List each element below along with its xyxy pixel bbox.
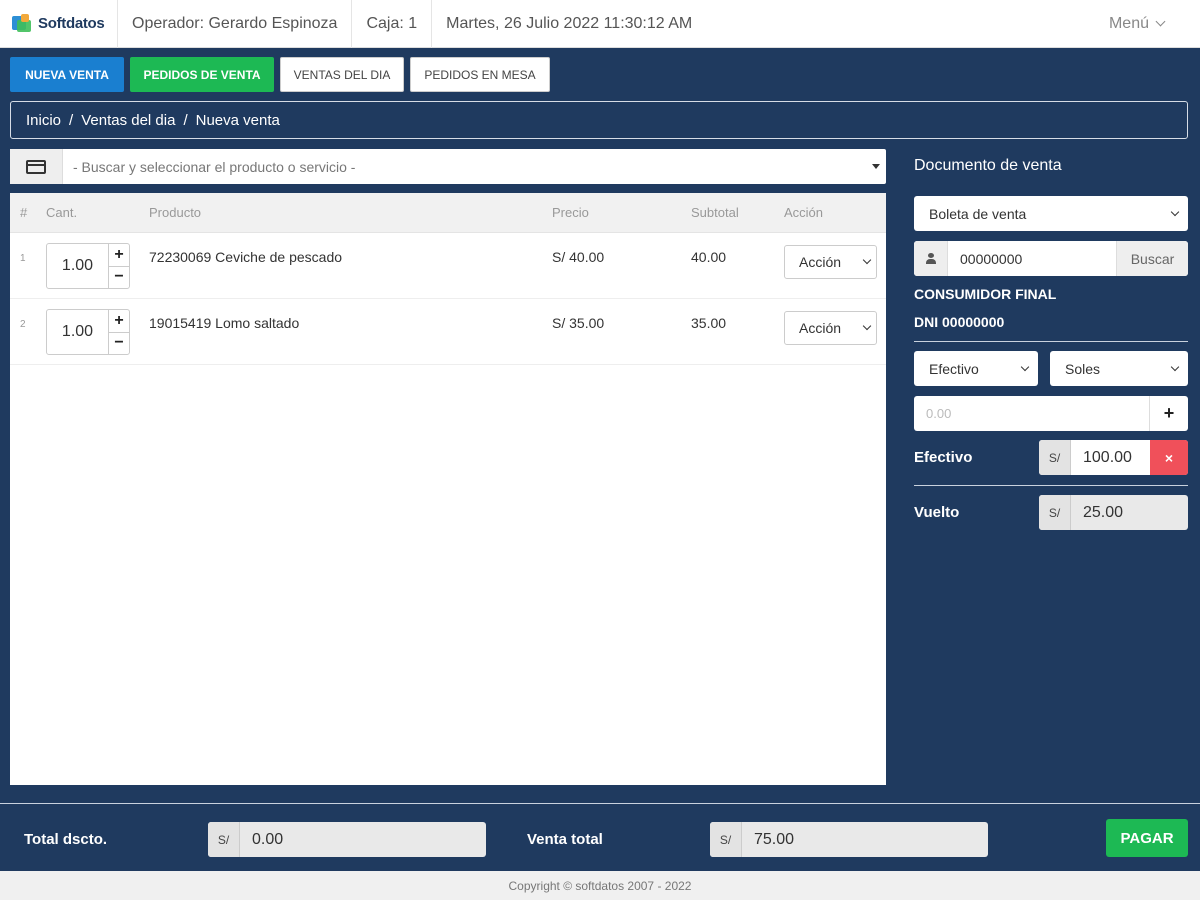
row-number: 1: [20, 253, 26, 264]
action-select[interactable]: Acción: [784, 245, 877, 279]
register-label: Caja: 1: [352, 0, 433, 48]
payment-method-select[interactable]: Efectivo: [914, 351, 1038, 386]
top-bar: Softdatos Operador: Gerardo Espinoza Caj…: [0, 0, 1200, 48]
currency-symbol: S/: [208, 822, 240, 857]
header-product: Producto: [149, 205, 202, 220]
add-payment-button[interactable]: +: [1150, 396, 1188, 431]
discount-field: S/ 0.00: [208, 822, 486, 857]
action-label: Acción: [799, 254, 842, 270]
dni-input[interactable]: 00000000: [948, 241, 1116, 276]
user-icon: [914, 241, 948, 276]
brand[interactable]: Softdatos: [0, 0, 118, 48]
chevron-down-icon: [1170, 207, 1180, 216]
decrement-button[interactable]: −: [109, 265, 129, 289]
table-orders-button[interactable]: PEDIDOS EN MESA: [410, 57, 550, 92]
header-quantity: Cant.: [46, 205, 78, 220]
sales-orders-button[interactable]: PEDIDOS DE VENTA: [130, 57, 274, 92]
sales-nav: NUEVA VENTA PEDIDOS DE VENTA VENTAS DEL …: [10, 57, 550, 92]
document-type-value: Boleta de venta: [929, 205, 1027, 222]
quantity-stepper: 1.00 + −: [46, 309, 130, 355]
change-amount-value: 25.00: [1083, 503, 1124, 521]
currency-value: Soles: [1065, 360, 1101, 377]
breadcrumb: Inicio / Ventas del dia / Nueva venta: [10, 101, 1188, 139]
barcode-button[interactable]: [10, 149, 63, 184]
card-icon: [26, 159, 46, 174]
day-sales-button[interactable]: VENTAS DEL DIA: [280, 57, 404, 92]
breadcrumb-current: Nueva venta: [195, 111, 280, 129]
cash-label: Efectivo: [914, 449, 973, 466]
quantity-input[interactable]: 1.00: [47, 310, 109, 354]
action-label: Acción: [799, 320, 842, 336]
total-field: S/ 75.00: [710, 822, 988, 857]
payment-amount-group: 0.00 +: [914, 396, 1188, 431]
divider: [914, 341, 1188, 342]
chevron-down-icon: [1020, 362, 1030, 371]
currency-symbol: S/: [1039, 495, 1071, 530]
product-name: 19015419 Lomo saltado: [149, 315, 300, 331]
change-amount-field: S/ 25.00: [1039, 495, 1188, 530]
change-label: Vuelto: [914, 504, 960, 521]
brand-logo-icon: [12, 13, 32, 34]
menu-dropdown[interactable]: Menú: [1109, 15, 1200, 33]
menu-label: Menú: [1108, 14, 1149, 32]
client-dni: DNI 00000000: [914, 314, 1005, 330]
table-row: 1 1.00 + − 72230069 Ceviche de pescado S…: [10, 233, 886, 299]
product-subtotal: 35.00: [691, 315, 727, 331]
items-table: # Cant. Producto Precio Subtotal Acción …: [10, 193, 886, 785]
caret-down-icon: [872, 164, 880, 169]
action-select[interactable]: Acción: [784, 311, 877, 345]
chevron-down-icon: [862, 255, 872, 265]
header-action: Acción: [784, 205, 824, 220]
quantity-input[interactable]: 1.00: [47, 244, 109, 288]
pay-button[interactable]: PAGAR: [1106, 819, 1188, 857]
document-title: Documento de venta: [914, 157, 1062, 174]
row-number: 2: [20, 319, 26, 330]
breadcrumb-home[interactable]: Inicio: [26, 112, 61, 129]
increment-button[interactable]: +: [109, 244, 129, 266]
breadcrumb-separator: /: [183, 111, 188, 129]
divider: [914, 485, 1188, 486]
new-sale-button[interactable]: NUEVA VENTA: [10, 57, 124, 92]
discount-value: 0.00: [252, 830, 284, 848]
client-name: CONSUMIDOR FINAL: [914, 286, 1057, 302]
payment-amount-input[interactable]: 0.00: [914, 396, 1150, 431]
discount-label: Total dscto.: [24, 831, 108, 848]
product-subtotal: 40.00: [691, 249, 727, 265]
total-value: 75.00: [754, 830, 795, 848]
increment-button[interactable]: +: [109, 310, 129, 332]
client-search-group: 00000000 Buscar: [914, 241, 1188, 276]
header-number: #: [20, 205, 28, 220]
quantity-stepper: 1.00 + −: [46, 243, 130, 289]
chevron-down-icon: [862, 321, 872, 331]
datetime-label: Martes, 26 Julio 2022 11:30:12 AM: [446, 14, 693, 32]
cash-amount-value[interactable]: 100.00: [1071, 440, 1150, 475]
decrement-button[interactable]: −: [109, 331, 129, 355]
total-label: Venta total: [527, 831, 603, 848]
payment-method-value: Efectivo: [929, 360, 979, 377]
currency-symbol: S/: [1039, 440, 1071, 475]
currency-select[interactable]: Soles: [1050, 351, 1188, 386]
table-header: # Cant. Producto Precio Subtotal Acción: [10, 193, 886, 233]
header-subtotal: Subtotal: [691, 205, 739, 220]
product-name: 72230069 Ceviche de pescado: [149, 249, 343, 265]
product-search-select[interactable]: - Buscar y seleccionar el producto o ser…: [10, 149, 886, 184]
product-search-placeholder: - Buscar y seleccionar el producto o ser…: [73, 158, 356, 175]
header-price: Precio: [552, 205, 589, 220]
brand-name: Softdatos: [38, 15, 105, 32]
breadcrumb-separator: /: [69, 111, 74, 129]
product-price: S/ 35.00: [552, 315, 605, 331]
cash-amount-field: S/ 100.00 ×: [1039, 440, 1188, 475]
remove-payment-button[interactable]: ×: [1150, 440, 1188, 475]
copyright: Copyright © softdatos 2007 - 2022: [0, 871, 1200, 900]
chevron-down-icon: [1170, 362, 1180, 371]
chevron-down-icon: [1155, 16, 1166, 27]
table-row: 2 1.00 + − 19015419 Lomo saltado S/ 35.0…: [10, 299, 886, 365]
document-type-select[interactable]: Boleta de venta: [914, 196, 1188, 231]
breadcrumb-day-sales[interactable]: Ventas del dia: [81, 112, 175, 129]
operator-label: Operador: Gerardo Espinoza: [118, 0, 353, 48]
product-price: S/ 40.00: [552, 249, 605, 265]
client-search-button[interactable]: Buscar: [1116, 241, 1188, 276]
currency-symbol: S/: [710, 822, 742, 857]
